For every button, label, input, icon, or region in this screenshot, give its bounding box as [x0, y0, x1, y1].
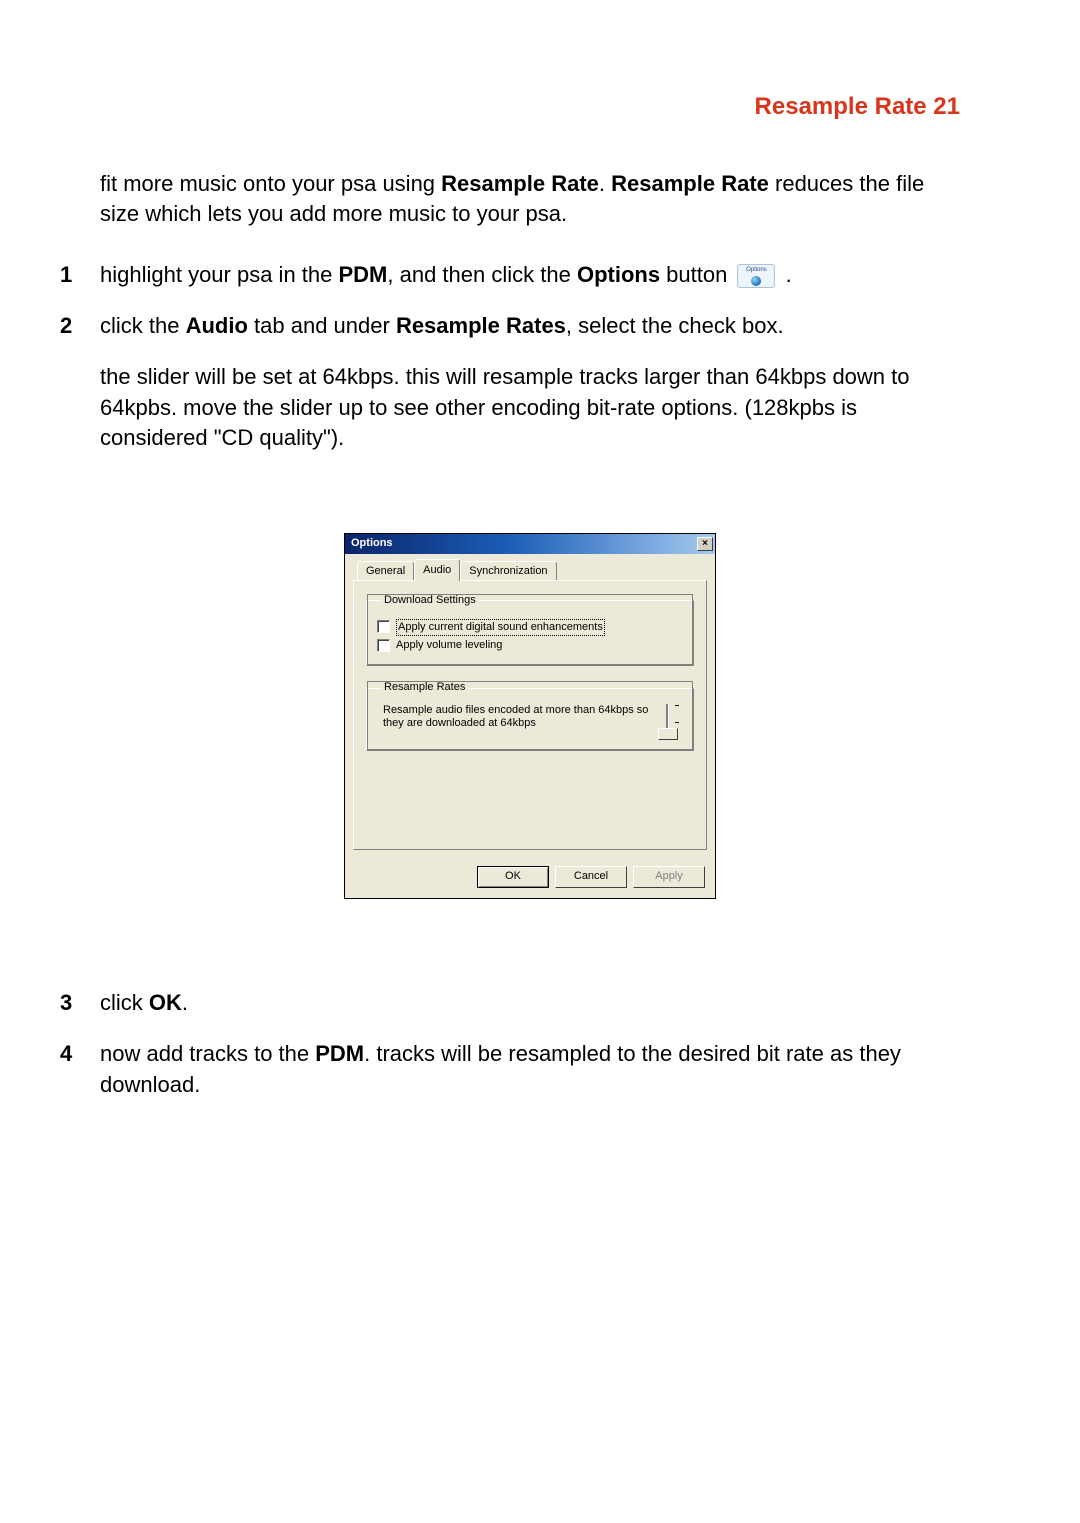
- dialog-title: Options: [351, 536, 393, 551]
- term-resample-rates: Resample Rates: [396, 313, 566, 338]
- tab-panel-audio: Download Settings Apply current digital …: [353, 580, 707, 850]
- step-1: highlight your psa in the PDM, and then …: [60, 260, 960, 291]
- checkbox-label: Apply volume leveling: [396, 638, 683, 653]
- group-resample-rates: Resample Rates Resample audio files enco…: [366, 680, 694, 750]
- step-2: click the Audio tab and under Resample R…: [60, 311, 960, 898]
- text: .: [779, 262, 791, 287]
- text: , select the check box.: [566, 313, 784, 338]
- text: .: [182, 990, 188, 1015]
- checkbox-volume-leveling[interactable]: [377, 639, 390, 652]
- dialog-body: General Audio Synchronization Download S…: [345, 554, 715, 858]
- text: fit more music onto your psa using: [100, 171, 441, 196]
- term-ok: OK: [149, 990, 182, 1015]
- options-icon-label: Options: [738, 266, 774, 274]
- step-2-note: the slider will be set at 64kbps. this w…: [100, 362, 960, 454]
- slider-tick: [675, 705, 679, 706]
- apply-button[interactable]: Apply: [633, 866, 705, 888]
- text: , and then click the: [387, 262, 577, 287]
- options-icon-glyph: [751, 276, 761, 286]
- close-icon[interactable]: ×: [697, 537, 713, 551]
- text: highlight your psa in the: [100, 262, 339, 287]
- slider-thumb[interactable]: [658, 728, 678, 740]
- tabs: General Audio Synchronization: [353, 560, 707, 580]
- page-header: Resample Rate 21: [60, 90, 960, 124]
- term-resample-rate: Resample Rate: [441, 171, 599, 196]
- slider-tick: [675, 722, 679, 723]
- intro-paragraph: fit more music onto your psa using Resam…: [100, 169, 960, 231]
- options-dialog: Options × General Audio Synchronization …: [345, 534, 715, 898]
- checkbox-label: Apply current digital sound enhancements: [396, 619, 683, 636]
- term-options: Options: [577, 262, 660, 287]
- tab-general[interactable]: General: [357, 561, 414, 581]
- options-button-icon: Options: [737, 264, 775, 288]
- text: button: [660, 262, 733, 287]
- group-legend: Resample Rates: [381, 680, 468, 695]
- text: .: [599, 171, 611, 196]
- term-audio: Audio: [186, 313, 248, 338]
- text: tab and under: [248, 313, 396, 338]
- term-pdm: PDM: [339, 262, 388, 287]
- dialog-figure: Options × General Audio Synchronization …: [100, 534, 960, 898]
- steps-list: highlight your psa in the PDM, and then …: [60, 260, 960, 1100]
- ok-button[interactable]: OK: [477, 866, 549, 888]
- group-download-settings: Download Settings Apply current digital …: [366, 593, 694, 666]
- resample-description: Resample audio files encoded at more tha…: [383, 704, 649, 730]
- group-legend: Download Settings: [381, 593, 479, 608]
- step-3: click OK.: [60, 988, 960, 1019]
- text: now add tracks to the: [100, 1041, 315, 1066]
- term-resample-rate: Resample Rate: [611, 171, 769, 196]
- checkbox-sound-enhancements[interactable]: [377, 620, 390, 633]
- text: click the: [100, 313, 186, 338]
- dialog-titlebar[interactable]: Options ×: [345, 534, 715, 554]
- bitrate-slider[interactable]: [655, 704, 679, 740]
- tab-audio[interactable]: Audio: [414, 559, 460, 581]
- document-page: Resample Rate 21 fit more music onto you…: [0, 0, 1080, 1523]
- step-4: now add tracks to the PDM. tracks will b…: [60, 1039, 960, 1101]
- cancel-button[interactable]: Cancel: [555, 866, 627, 888]
- term-pdm: PDM: [315, 1041, 364, 1066]
- text: click: [100, 990, 149, 1015]
- dialog-buttons: OK Cancel Apply: [345, 858, 715, 898]
- tab-synchronization[interactable]: Synchronization: [460, 561, 556, 581]
